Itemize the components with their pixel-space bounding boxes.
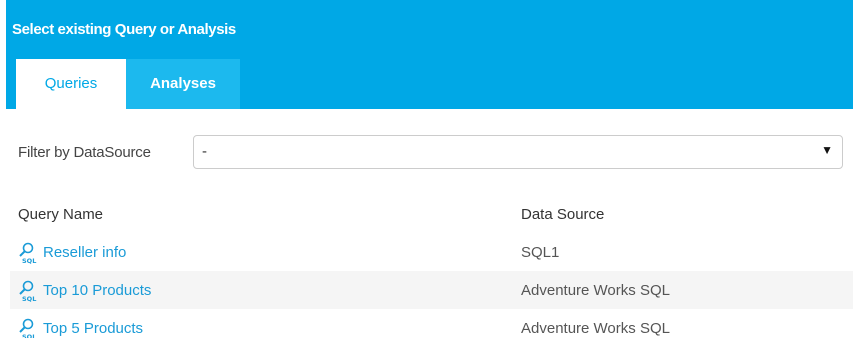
sql-query-icon: SQL <box>19 280 36 302</box>
table-row[interactable]: SQL Reseller info SQL1 <box>10 233 853 271</box>
datasource-filter-select[interactable]: - ▼ <box>193 135 843 169</box>
dialog-title: Select existing Query or Analysis <box>12 21 236 38</box>
filter-label: Filter by DataSource <box>18 144 151 161</box>
query-data-source: Adventure Works SQL <box>521 320 670 337</box>
query-name-link[interactable]: Top 5 Products <box>43 320 143 337</box>
sql-query-icon: SQL <box>19 318 36 338</box>
filter-selected-value: - <box>202 143 207 160</box>
dropdown-arrow-icon: ▼ <box>821 143 833 157</box>
svg-text:SQL: SQL <box>22 333 36 338</box>
tab-queries[interactable]: Queries <box>16 59 126 109</box>
table-row[interactable]: SQL Top 10 Products Adventure Works SQL <box>10 271 853 309</box>
column-header-data-source: Data Source <box>521 206 605 223</box>
tab-analyses[interactable]: Analyses <box>126 59 240 109</box>
table-row[interactable]: SQL Top 5 Products Adventure Works SQL <box>10 309 853 338</box>
select-query-dialog: Select existing Query or Analysis Querie… <box>0 0 853 338</box>
query-data-source: SQL1 <box>521 244 560 261</box>
dialog-header: Select existing Query or Analysis Querie… <box>6 0 853 109</box>
query-data-source: Adventure Works SQL <box>521 282 670 299</box>
svg-text:SQL: SQL <box>22 257 36 264</box>
column-header-query-name: Query Name <box>18 206 104 223</box>
query-name-link[interactable]: Reseller info <box>43 244 126 261</box>
svg-text:SQL: SQL <box>22 295 36 302</box>
sql-query-icon: SQL <box>19 242 36 264</box>
query-name-link[interactable]: Top 10 Products <box>43 282 151 299</box>
